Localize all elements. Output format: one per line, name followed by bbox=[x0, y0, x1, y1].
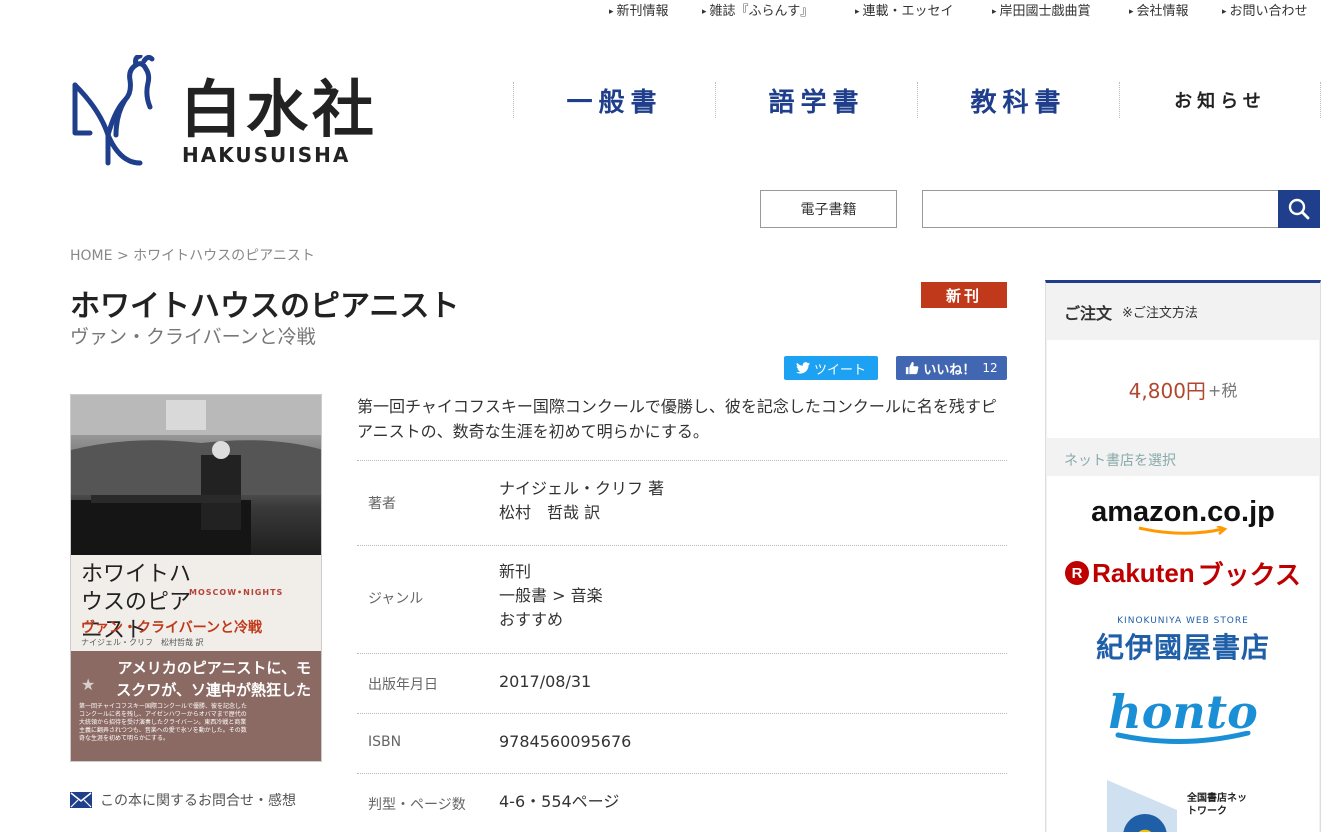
new-release-badge: 新刊 bbox=[921, 282, 1007, 308]
top-nav-magazine[interactable]: 雑誌『ふらんす』 bbox=[702, 0, 814, 19]
price: 4,800円 bbox=[1128, 378, 1206, 403]
honto-swoosh-icon bbox=[1115, 731, 1251, 744]
logo-roman: HAKUSUISHA bbox=[182, 143, 351, 167]
cover-catchcopy: アメリカのピアニストに、モスクワが、ソ連中が熱狂した bbox=[116, 659, 311, 699]
facebook-like-button[interactable]: いいね！ 12 bbox=[896, 356, 1007, 380]
top-nav-contact[interactable]: お問い合わせ bbox=[1222, 0, 1308, 19]
info-value: ナイジェル・クリフ 著 松村 哲哉 訳 bbox=[499, 477, 664, 525]
breadcrumb: HOME > ホワイトハウスのピアニスト bbox=[70, 245, 315, 265]
store-honto-link[interactable]: honto bbox=[1047, 676, 1319, 756]
cover-blurb: 第一回チャイコフスキー国際コンクールで優勝、彼を記念したコンクールに名を残し、ア… bbox=[79, 703, 247, 742]
page-subtitle: ヴァン・クライバーンと冷戦 bbox=[70, 326, 316, 348]
top-nav-company[interactable]: 会社情報 bbox=[1129, 0, 1189, 19]
site-logo[interactable]: 白水社 HAKUSUISHA bbox=[70, 55, 410, 170]
info-row-isbn: ISBN 9784560095676 bbox=[357, 713, 1007, 773]
cover-subtitle: ヴァン・クライバーンと冷戦 bbox=[81, 620, 263, 636]
top-utility-nav: 新刊情報 雑誌『ふらんす』 連載・エッセイ 岸田國士戯曲賞 会社情報 お問い合わ… bbox=[0, 0, 1333, 19]
like-count: 12 bbox=[982, 361, 998, 375]
info-row-format: 判型・ページ数 4-6・554ページ bbox=[357, 773, 1007, 832]
author-link[interactable]: ナイジェル・クリフ 著 bbox=[499, 477, 664, 501]
rakuten-r-icon: R bbox=[1065, 561, 1090, 585]
genre-link-new[interactable]: 新刊 bbox=[499, 560, 603, 584]
info-row-author: 著者 ナイジェル・クリフ 著 松村 哲哉 訳 bbox=[357, 460, 1007, 545]
rakuten-logo-text: Rakuten bbox=[1092, 557, 1195, 588]
tweet-label: ツイート bbox=[813, 362, 866, 378]
order-panel: ご注文 ※ご注文方法 4,800円 +税 ネット書店を選択 amazon.co.… bbox=[1045, 280, 1321, 832]
info-value: 9784560095676 bbox=[499, 732, 632, 751]
store-rakuten-link[interactable]: R Rakuten ブックス bbox=[1047, 548, 1319, 598]
price-box: 4,800円 +税 bbox=[1047, 340, 1319, 438]
breadcrumb-home[interactable]: HOME bbox=[70, 248, 112, 264]
cover-authors: ナイジェル・クリフ 松村哲哉 訳 bbox=[81, 638, 204, 647]
store-ehon-link[interactable]: e 全国書店ネットワーク bbox=[1047, 766, 1319, 832]
info-value: 2017/08/31 bbox=[499, 672, 592, 691]
ebook-button[interactable]: 電子書籍 bbox=[760, 190, 897, 228]
info-row-pubdate: 出版年月日 2017/08/31 bbox=[357, 653, 1007, 713]
book-inquiry-label: この本に関するお問合せ・感想 bbox=[100, 793, 296, 809]
cover-photo bbox=[71, 395, 321, 555]
main-nav-language-books[interactable]: 語学書 bbox=[715, 82, 917, 118]
top-nav-kishida-prize[interactable]: 岸田國士戯曲賞 bbox=[992, 0, 1091, 19]
book-cover-image: ホワイトハウスのピアニスト MOSCOW•NIGHTS ヴァン・クライバーンと冷… bbox=[70, 394, 322, 762]
cover-english-title: MOSCOW•NIGHTS bbox=[189, 588, 284, 597]
search-icon bbox=[1288, 198, 1310, 220]
info-label: 判型・ページ数 bbox=[368, 797, 466, 813]
page-title: ホワイトハウスのピアニスト bbox=[70, 289, 460, 324]
main-nav-textbooks[interactable]: 教科書 bbox=[917, 82, 1119, 118]
kinokuniya-small-text: KINOKUNIYA WEB STORE bbox=[1117, 616, 1249, 626]
honto-logo-text: honto bbox=[1108, 685, 1258, 739]
search-button[interactable] bbox=[1278, 190, 1320, 228]
order-method-link[interactable]: ※ご注文方法 bbox=[1122, 302, 1198, 321]
order-header: ご注文 ※ご注文方法 bbox=[1046, 283, 1320, 340]
top-nav-essays[interactable]: 連載・エッセイ bbox=[855, 0, 954, 19]
tweet-button[interactable]: ツイート bbox=[784, 356, 878, 380]
breadcrumb-separator: > bbox=[116, 248, 129, 264]
amazon-smile-icon bbox=[1138, 525, 1228, 535]
info-value: 4-6・554ページ bbox=[499, 792, 620, 811]
cover-photo-art bbox=[71, 395, 321, 555]
breadcrumb-current: ホワイトハウスのピアニスト bbox=[133, 248, 315, 264]
main-nav-news[interactable]: お知らせ bbox=[1119, 82, 1321, 118]
translator-link[interactable]: 松村 哲哉 訳 bbox=[499, 501, 664, 525]
select-store-label: ネット書店を選択 bbox=[1064, 453, 1176, 469]
mail-icon bbox=[70, 792, 92, 808]
rooster-logo-icon bbox=[72, 55, 155, 166]
info-row-genre: ジャンル 新刊 一般書 > 音楽 おすすめ bbox=[357, 545, 1007, 653]
info-label: 出版年月日 bbox=[368, 677, 438, 693]
logo-kanji: 白水社 bbox=[180, 73, 379, 146]
thumbs-up-icon bbox=[906, 361, 919, 375]
amazon-logo-text: amazon.co.jp bbox=[1091, 495, 1275, 528]
info-value: 新刊 一般書 > 音楽 おすすめ bbox=[499, 560, 603, 632]
rakuten-books-text: ブックス bbox=[1197, 559, 1301, 590]
book-inquiry-link[interactable]: この本に関するお問合せ・感想 bbox=[70, 790, 296, 810]
top-nav-new-releases[interactable]: 新刊情報 bbox=[609, 0, 669, 19]
like-label: いいね！ bbox=[923, 362, 976, 378]
info-label: 著者 bbox=[368, 496, 396, 512]
price-tax: +税 bbox=[1207, 381, 1238, 400]
online-store-list: amazon.co.jp R Rakuten ブックス KINOKUNIYA W… bbox=[1047, 476, 1319, 832]
ehon-logo-text: 全国書店ネットワーク bbox=[1187, 793, 1247, 817]
store-amazon-link[interactable]: amazon.co.jp bbox=[1047, 490, 1319, 540]
book-description: 第一回チャイコフスキー国際コンクールで優勝し、彼を記念したコンクールに名を残すピ… bbox=[357, 397, 997, 441]
kinokuniya-logo-text: 紀伊國屋書店 bbox=[1095, 631, 1270, 664]
ehon-logo-letter: e bbox=[1136, 819, 1155, 832]
store-kinokuniya-link[interactable]: KINOKUNIYA WEB STORE 紀伊國屋書店 bbox=[1047, 606, 1319, 676]
order-title: ご注文 bbox=[1064, 303, 1113, 323]
search-input[interactable] bbox=[922, 190, 1279, 228]
genre-link-recommended[interactable]: おすすめ bbox=[499, 608, 603, 632]
main-nav-general-books[interactable]: 一般書 bbox=[513, 82, 715, 118]
info-label: ジャンル bbox=[368, 591, 424, 607]
main-nav: 一般書 語学書 教科書 お知らせ bbox=[513, 82, 1321, 118]
star-icon: ★ bbox=[81, 675, 96, 694]
genre-link-music[interactable]: 一般書 > 音楽 bbox=[499, 584, 603, 608]
twitter-bird-icon bbox=[795, 362, 810, 374]
info-label: ISBN bbox=[368, 734, 402, 750]
